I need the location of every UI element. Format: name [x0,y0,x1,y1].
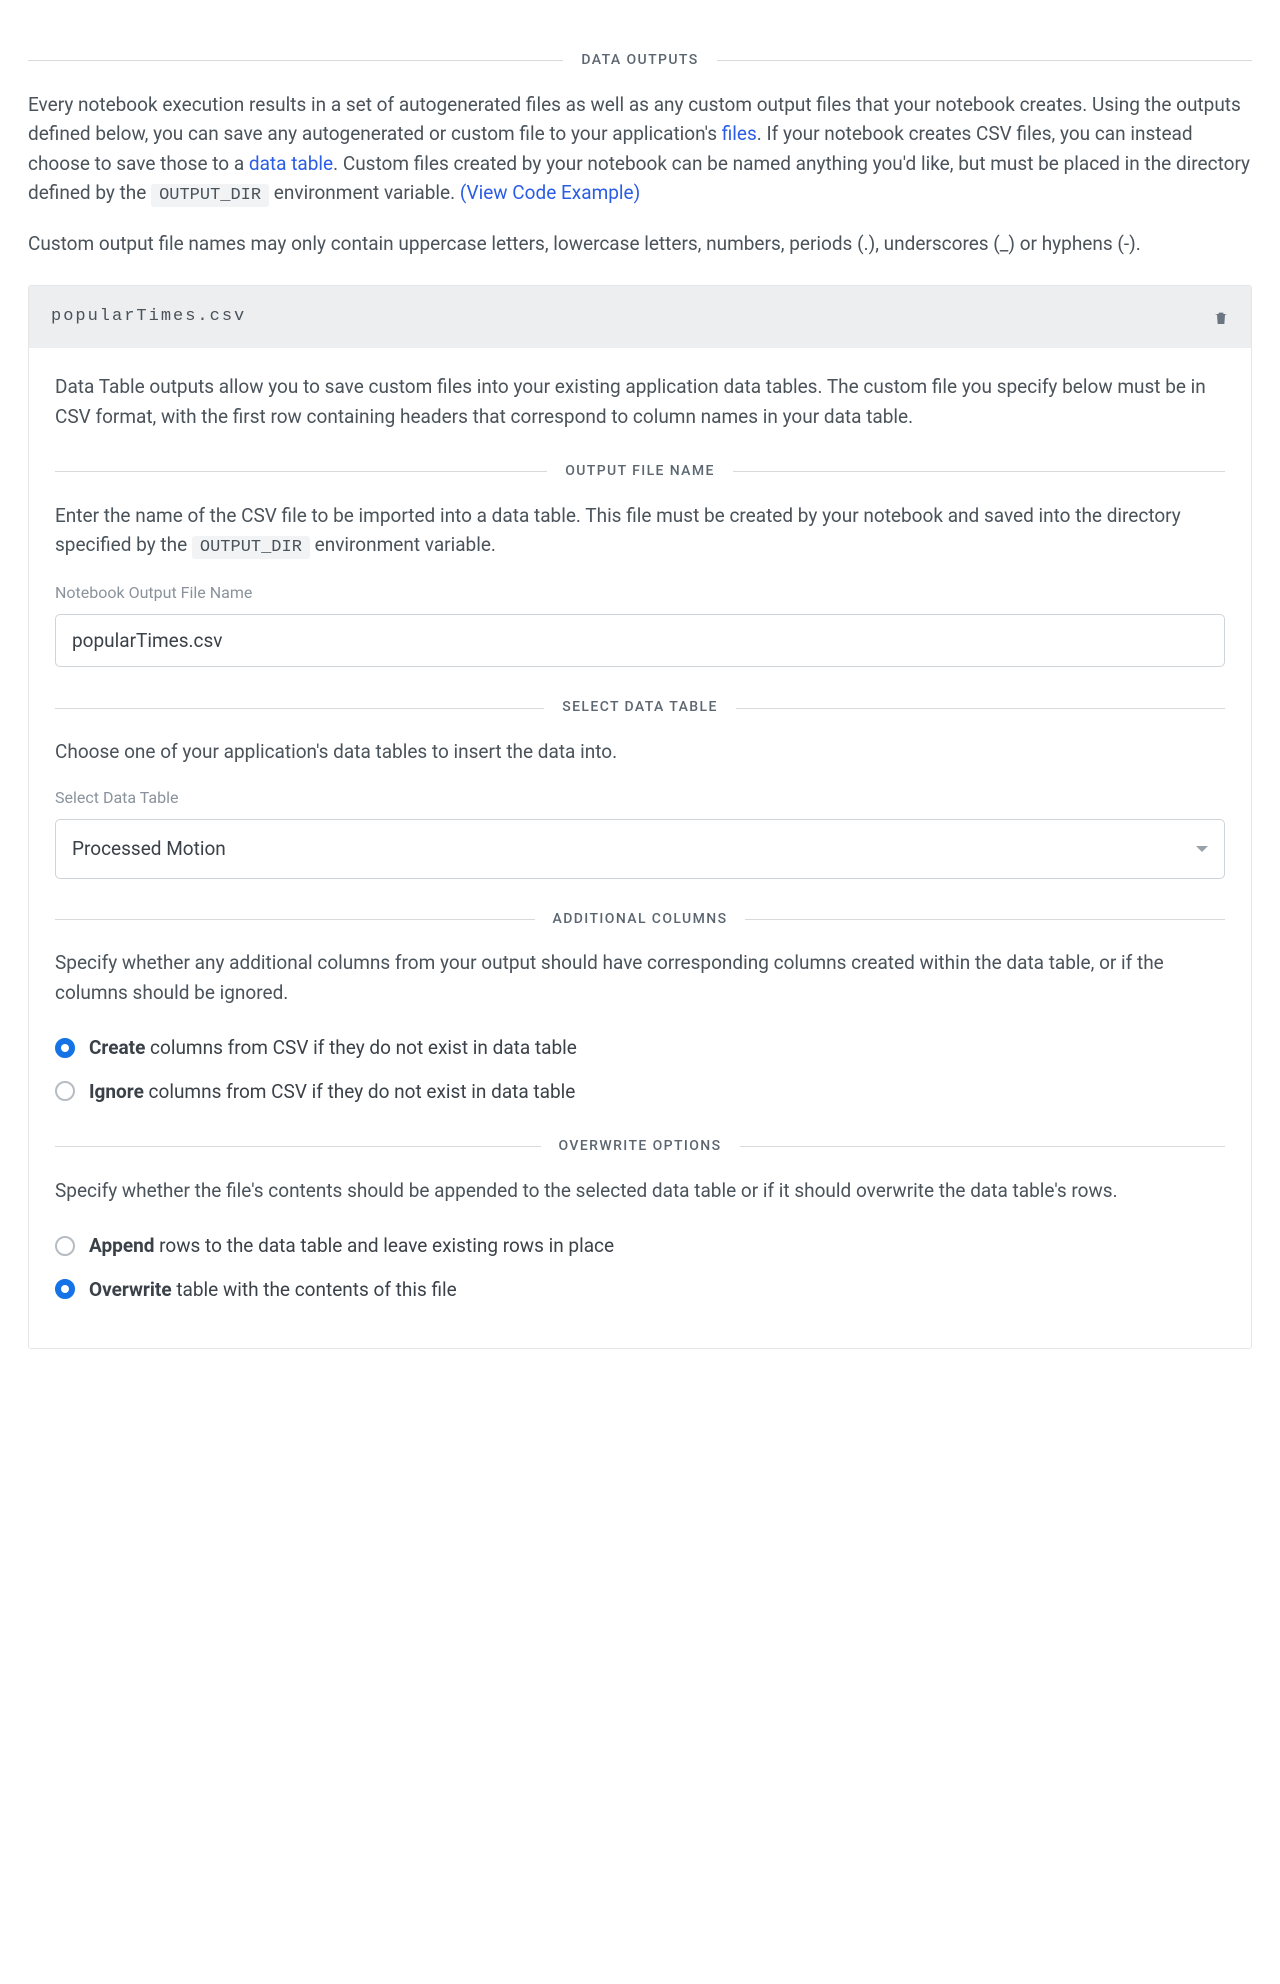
env-var-chip: OUTPUT_DIR [192,536,310,559]
select-data-table-dropdown[interactable]: Processed Motion [55,819,1225,878]
section-divider-data-outputs: DATA OUTPUTS [28,50,1252,72]
radio-indicator [55,1081,75,1101]
section-title: SELECT DATA TABLE [544,697,736,719]
select-data-table-label: Select Data Table [55,786,1225,811]
output-panel: popularTimes.csv Data Table outputs allo… [28,285,1252,1349]
radio-label: Ignore columns from CSV if they do not e… [89,1077,575,1106]
section-divider-select-data-table: SELECT DATA TABLE [55,697,1225,719]
radio-indicator [55,1236,75,1256]
radio-overwrite-table[interactable]: Overwrite table with the contents of thi… [55,1275,1225,1304]
section-title: DATA OUTPUTS [563,50,716,72]
chevron-down-icon [1196,846,1208,852]
trash-icon[interactable] [1213,308,1229,326]
panel-header: popularTimes.csv [29,286,1251,348]
intro-paragraph-1: Every notebook execution results in a se… [28,90,1252,210]
panel-filename: popularTimes.csv [51,304,246,330]
select-table-description: Choose one of your application's data ta… [55,737,1225,766]
radio-label-rest: rows to the data table and leave existin… [154,1234,614,1257]
env-var-chip: OUTPUT_DIR [151,184,269,207]
section-divider-additional-columns: ADDITIONAL COLUMNS [55,909,1225,931]
radio-label-rest: columns from CSV if they do not exist in… [145,1036,577,1059]
section-divider-output-file-name: OUTPUT FILE NAME [55,461,1225,483]
radio-label-strong: Ignore [89,1080,144,1103]
section-title: OUTPUT FILE NAME [547,461,733,483]
radio-create-columns[interactable]: Create columns from CSV if they do not e… [55,1033,1225,1062]
radio-label: Append rows to the data table and leave … [89,1231,614,1260]
section-title: OVERWRITE OPTIONS [541,1136,740,1158]
radio-label-strong: Create [89,1036,145,1059]
view-code-example-link[interactable]: (View Code Example) [460,181,640,204]
section-divider-overwrite-options: OVERWRITE OPTIONS [55,1136,1225,1158]
output-file-description: Enter the name of the CSV file to be imp… [55,501,1225,562]
radio-indicator [55,1279,75,1299]
files-link[interactable]: files [722,122,757,145]
output-file-name-label: Notebook Output File Name [55,581,1225,606]
radio-append-rows[interactable]: Append rows to the data table and leave … [55,1231,1225,1260]
section-title: ADDITIONAL COLUMNS [535,909,746,931]
panel-body: Data Table outputs allow you to save cus… [29,348,1251,1348]
data-table-link[interactable]: data table [249,152,333,175]
overwrite-description: Specify whether the file's contents shou… [55,1176,1225,1205]
ofn-text-b: environment variable. [310,533,496,556]
radio-label: Create columns from CSV if they do not e… [89,1033,577,1062]
intro-paragraph-2: Custom output file names may only contai… [28,229,1252,258]
additional-columns-description: Specify whether any additional columns f… [55,948,1225,1007]
select-data-table-value: Processed Motion [72,834,226,863]
radio-label-strong: Append [89,1234,154,1257]
intro-text-4: environment variable. [269,181,460,204]
radio-label: Overwrite table with the contents of thi… [89,1275,457,1304]
radio-label-rest: table with the contents of this file [172,1278,457,1301]
radio-label-rest: columns from CSV if they do not exist in… [144,1080,576,1103]
radio-indicator [55,1038,75,1058]
output-file-name-input[interactable] [55,614,1225,667]
radio-ignore-columns[interactable]: Ignore columns from CSV if they do not e… [55,1077,1225,1106]
radio-label-strong: Overwrite [89,1278,172,1301]
panel-description: Data Table outputs allow you to save cus… [55,372,1225,431]
